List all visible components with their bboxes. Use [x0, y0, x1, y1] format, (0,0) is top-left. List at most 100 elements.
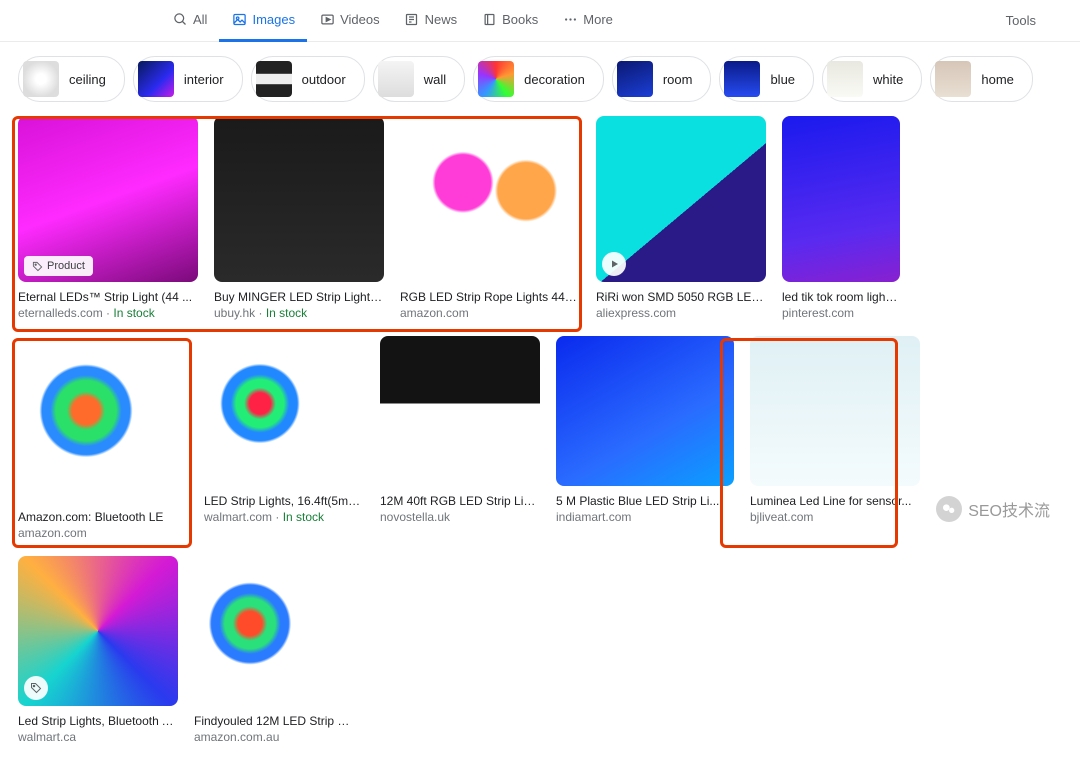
tab-label: News — [425, 12, 458, 27]
filter-chip-room[interactable]: room — [612, 56, 712, 102]
search-tabs: All Images Videos News Books More Tools — [0, 0, 1080, 42]
result-thumbnail[interactable] — [750, 336, 920, 486]
chip-thumb-icon — [256, 61, 292, 97]
news-icon — [404, 11, 420, 27]
tab-label: More — [583, 12, 613, 27]
tab-label: Books — [502, 12, 538, 27]
chip-thumb-icon — [617, 61, 653, 97]
result-thumbnail[interactable] — [596, 116, 766, 282]
chip-label: white — [873, 72, 903, 87]
image-icon — [231, 11, 247, 27]
chip-label: home — [981, 72, 1014, 87]
chip-thumb-icon — [827, 61, 863, 97]
video-icon — [319, 11, 335, 27]
book-icon — [481, 11, 497, 27]
more-icon — [562, 11, 578, 27]
filter-chip-wall[interactable]: wall — [373, 56, 465, 102]
filter-chips-row: ceiling interior outdoor wall decoration room… — [0, 42, 1080, 116]
result-title: 12M 40ft RGB LED Strip Lig... — [380, 494, 540, 508]
image-result[interactable]: Luminea Led Line for sensor... bjliveat.c… — [750, 336, 920, 524]
image-result[interactable]: led tik tok room lights | L... pinterest.… — [782, 116, 900, 320]
image-results-grid: Product Eternal LEDs™ Strip Light (44 ...… — [0, 116, 1080, 764]
product-badge: Product — [24, 256, 93, 276]
filter-chip-blue[interactable]: blue — [719, 56, 814, 102]
chip-label: outdoor — [302, 72, 346, 87]
chip-thumb-icon — [724, 61, 760, 97]
result-source: eternalleds.com · In stock — [18, 306, 198, 320]
result-source: ubuy.hk · In stock — [214, 306, 384, 320]
result-thumbnail[interactable] — [556, 336, 734, 486]
chip-thumb-icon — [138, 61, 174, 97]
image-result[interactable]: Amazon.com: Bluetooth LE amazon.com — [18, 336, 188, 540]
result-thumbnail[interactable] — [204, 336, 364, 486]
tab-all[interactable]: All — [160, 0, 219, 42]
result-title: Led Strip Lights, Bluetooth A... — [18, 714, 178, 728]
result-source: amazon.com — [18, 526, 188, 540]
image-result[interactable]: Led Strip Lights, Bluetooth A... walmart.… — [18, 556, 178, 744]
result-title: RGB LED Strip Rope Lights 44-K... — [400, 290, 580, 304]
result-source: novostella.uk — [380, 510, 540, 524]
image-result[interactable]: Buy MINGER LED Strip Lights 1... ubuy.hk … — [214, 116, 384, 320]
image-result[interactable]: RiRi won SMD 5050 RGB LED ... aliexpress.… — [596, 116, 766, 320]
result-thumbnail[interactable] — [18, 336, 188, 502]
chip-label: room — [663, 72, 693, 87]
chip-label: wall — [424, 72, 446, 87]
chip-label: blue — [770, 72, 795, 87]
result-source: pinterest.com — [782, 306, 900, 320]
tab-label: Videos — [340, 12, 380, 27]
result-source: bjliveat.com — [750, 510, 920, 524]
tab-videos[interactable]: Videos — [307, 0, 392, 42]
image-result[interactable]: Findyouled 12M LED Strip Li...amazon.com… — [194, 556, 354, 744]
result-source: walmart.com · In stock — [204, 510, 364, 524]
result-thumbnail[interactable] — [214, 116, 384, 282]
result-thumbnail[interactable] — [18, 556, 178, 706]
chip-label: ceiling — [69, 72, 106, 87]
tab-label: Images — [252, 12, 295, 27]
result-thumbnail[interactable]: Product — [18, 116, 198, 282]
result-title: LED Strip Lights, 16.4ft(5m) ... — [204, 494, 364, 508]
result-title: Eternal LEDs™ Strip Light (44 ... — [18, 290, 198, 304]
watermark-text: SEO技术流 — [968, 497, 1050, 521]
result-thumbnail[interactable] — [194, 556, 354, 706]
filter-chip-decoration[interactable]: decoration — [473, 56, 604, 102]
result-source: indiamart.com — [556, 510, 734, 524]
filter-chip-home[interactable]: home — [930, 56, 1033, 102]
filter-chip-outdoor[interactable]: outdoor — [251, 56, 365, 102]
tab-images[interactable]: Images — [219, 0, 307, 42]
tab-news[interactable]: News — [392, 0, 470, 42]
tab-label: All — [193, 12, 207, 27]
result-title: Amazon.com: Bluetooth LE — [18, 510, 188, 524]
tag-badge-icon — [24, 676, 48, 700]
result-thumbnail[interactable] — [380, 336, 540, 486]
chip-thumb-icon — [23, 61, 59, 97]
result-title: RiRi won SMD 5050 RGB LED ... — [596, 290, 766, 304]
tab-more[interactable]: More — [550, 0, 625, 42]
result-source: amazon.com — [400, 306, 580, 320]
result-source: amazon.com.au — [194, 730, 354, 744]
image-result[interactable]: 12M 40ft RGB LED Strip Lig... novostella.… — [380, 336, 540, 524]
result-thumbnail[interactable] — [400, 116, 580, 282]
image-result[interactable]: LED Strip Lights, 16.4ft(5m) ... walmart.… — [204, 336, 364, 524]
chip-thumb-icon — [478, 61, 514, 97]
image-result[interactable]: Product Eternal LEDs™ Strip Light (44 ...… — [18, 116, 198, 320]
wechat-icon — [936, 496, 962, 522]
play-badge-icon — [602, 252, 626, 276]
filter-chip-interior[interactable]: interior — [133, 56, 243, 102]
result-title: Buy MINGER LED Strip Lights 1... — [214, 290, 384, 304]
filter-chip-ceiling[interactable]: ceiling — [18, 56, 125, 102]
chip-label: decoration — [524, 72, 585, 87]
result-thumbnail[interactable] — [782, 116, 900, 282]
image-result[interactable]: 5 M Plastic Blue LED Strip Li... indiamar… — [556, 336, 734, 524]
image-result[interactable]: RGB LED Strip Rope Lights 44-K... amazon.… — [400, 116, 580, 320]
chip-label: interior — [184, 72, 224, 87]
result-title: Luminea Led Line for sensor... — [750, 494, 920, 508]
result-title: led tik tok room lights | L... — [782, 290, 900, 304]
result-source: aliexpress.com — [596, 306, 766, 320]
watermark: SEO技术流 — [936, 496, 1050, 522]
tab-books[interactable]: Books — [469, 0, 550, 42]
result-source: walmart.ca — [18, 730, 178, 744]
tools-button[interactable]: Tools — [982, 13, 1060, 28]
chip-thumb-icon — [935, 61, 971, 97]
filter-chip-white[interactable]: white — [822, 56, 922, 102]
result-title: 5 M Plastic Blue LED Strip Li... — [556, 494, 734, 508]
